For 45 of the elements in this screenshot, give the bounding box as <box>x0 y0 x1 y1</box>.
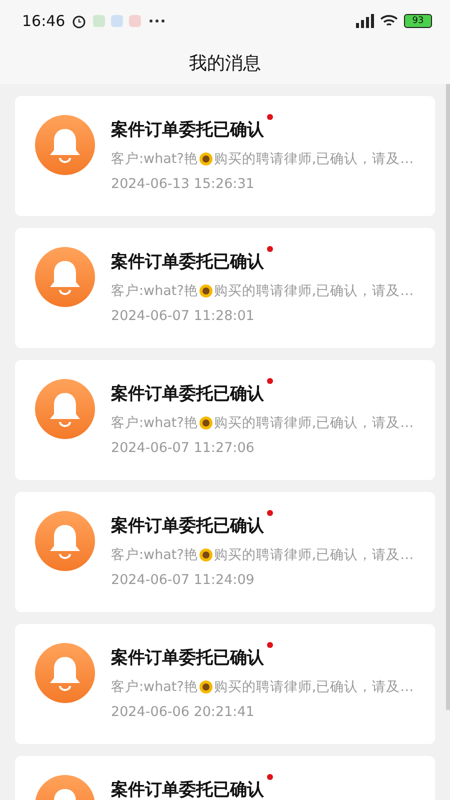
message-preview: 客户:what?艳 <box>111 678 198 696</box>
message-card[interactable]: 案件订单委托已确认 <box>15 756 435 800</box>
status-time: 16:46 <box>22 12 66 30</box>
sunflower-icon <box>198 548 213 562</box>
message-title: 案件订单委托已确认 <box>111 383 264 405</box>
message-preview: 客户:what?艳 <box>111 546 198 564</box>
page-title: 我的消息 <box>189 52 261 75</box>
bell-icon <box>35 643 95 703</box>
sunflower-icon <box>198 284 213 298</box>
bell-icon <box>35 511 95 571</box>
signal-icon <box>354 14 374 28</box>
more-icon <box>149 19 166 23</box>
message-title: 案件订单委托已确认 <box>111 515 264 537</box>
message-title: 案件订单委托已确认 <box>111 119 264 141</box>
message-time: 2024-06-13 15:26:31 <box>111 176 256 192</box>
message-preview: 购买的聘请律师,已确认，请及… <box>214 678 414 696</box>
bell-icon <box>35 115 95 175</box>
message-time: 2024-06-07 11:24:09 <box>111 572 256 588</box>
message-time: 2024-06-06 20:21:41 <box>111 704 256 720</box>
message-title: 案件订单委托已确认 <box>111 647 264 669</box>
app-icons <box>93 15 144 27</box>
message-card[interactable]: 案件订单委托已确认 客户:what?艳 购买的聘请律师,已确认，请及… 2024-06-06 20:21:41 <box>15 624 435 744</box>
sunflower-icon <box>198 680 213 694</box>
message-preview: 购买的聘请律师,已确认，请及… <box>214 282 414 300</box>
message-time: 2024-06-07 11:27:06 <box>111 440 256 456</box>
bell-icon <box>35 247 95 307</box>
message-preview: 购买的聘请律师,已确认，请及… <box>214 150 414 168</box>
message-title: 案件订单委托已确认 <box>111 779 264 800</box>
sunflower-icon <box>198 416 213 430</box>
message-preview: 客户:what?艳 <box>111 282 198 300</box>
message-preview: 客户:what?艳 <box>111 414 198 432</box>
message-preview: 购买的聘请律师,已确认，请及… <box>214 546 414 564</box>
message-card[interactable]: 案件订单委托已确认 客户:what?艳 购买的聘请律师,已确认，请及… 2024-06-07 11:27:06 <box>15 360 435 480</box>
message-preview: 客户:what?艳 <box>111 150 198 168</box>
alarm-icon <box>71 13 88 29</box>
wifi-icon <box>380 14 398 28</box>
bell-icon <box>35 379 95 439</box>
sunflower-icon <box>198 152 213 166</box>
message-time: 2024-06-07 11:28:01 <box>111 308 256 324</box>
message-card[interactable]: 案件订单委托已确认 客户:what?艳 购买的聘请律师,已确认，请及… 2024-06-07 11:24:09 <box>15 492 435 612</box>
message-title: 案件订单委托已确认 <box>111 251 264 273</box>
message-card[interactable]: 案件订单委托已确认 客户:what?艳 购买的聘请律师,已确认，请及… 2024-06-07 11:28:01 <box>15 228 435 348</box>
message-preview: 购买的聘请律师,已确认，请及… <box>214 414 414 432</box>
message-card[interactable]: 案件订单委托已确认 客户:what?艳 购买的聘请律师,已确认，请及… 2024-06-13 15:26:31 <box>15 96 435 216</box>
battery-level: 93 <box>404 14 432 28</box>
